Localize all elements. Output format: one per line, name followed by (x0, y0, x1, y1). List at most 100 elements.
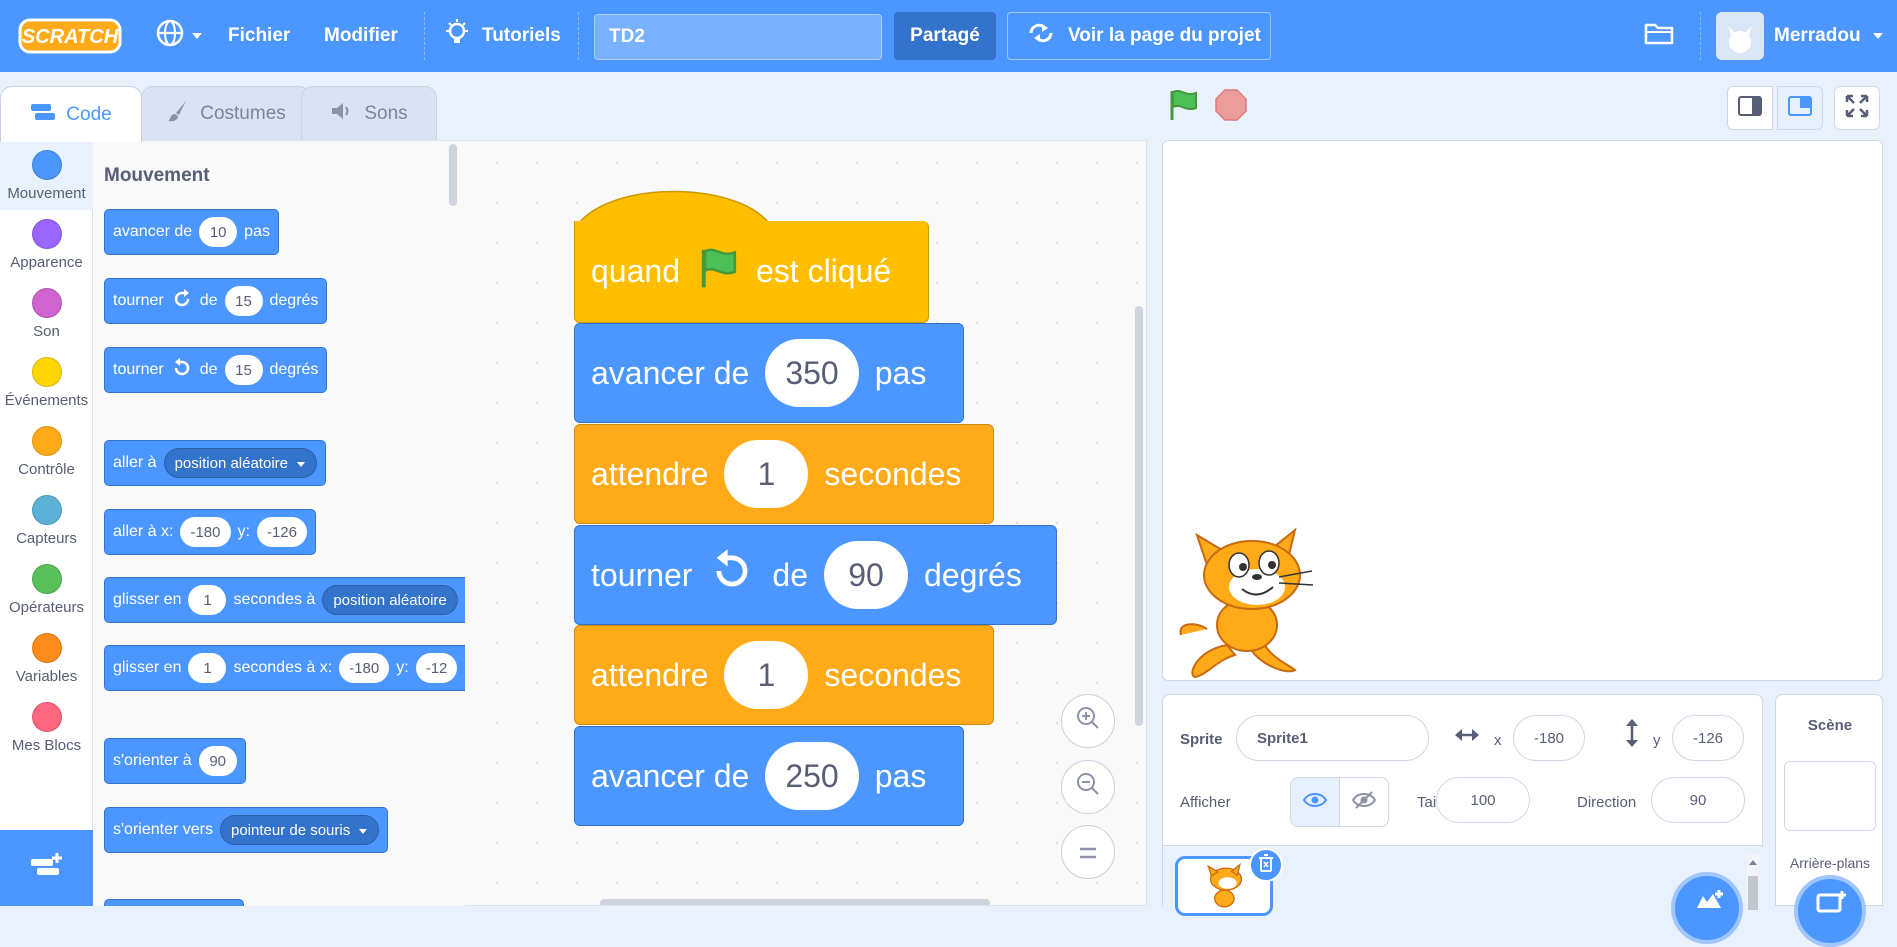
category-control[interactable]: Contrôle (0, 417, 93, 486)
add-sprite-icon (1693, 888, 1725, 917)
palette-block-turn-left[interactable]: tourner de 15 degrés (104, 347, 328, 393)
number-input[interactable]: 10 (199, 217, 238, 247)
tutorials-button[interactable]: Tutoriels (444, 0, 561, 72)
palette-block-goto[interactable]: aller à position aléatoire (104, 440, 326, 486)
number-input[interactable]: 15 (224, 286, 263, 316)
palette-block-point-direction[interactable]: s'orienter à 90 (104, 738, 246, 784)
username-label: Merradou (1774, 25, 1861, 46)
y-input[interactable]: -12 (415, 653, 458, 683)
category-label: Contrôle (18, 461, 75, 478)
green-flag-icon (696, 246, 740, 298)
y-position-input[interactable]: -126 (1672, 715, 1744, 761)
number-input[interactable]: 1 (724, 641, 809, 709)
workspace-horizontal-scrollbar[interactable] (600, 899, 990, 905)
target-dropdown[interactable]: pointeur de souris (219, 815, 380, 845)
sprite-list-scrollbar[interactable] (1747, 854, 1759, 910)
direction-input[interactable]: 90 (1651, 777, 1745, 823)
add-extension-button[interactable] (0, 830, 93, 906)
sprite-label: Sprite (1180, 731, 1223, 748)
zoom-in-button[interactable] (1061, 694, 1115, 748)
zoom-reset-button[interactable] (1061, 825, 1115, 879)
move-block[interactable]: avancer de 350 pas (574, 323, 964, 423)
category-my-blocks[interactable]: Mes Blocs (0, 693, 93, 762)
rotate-left-icon (708, 547, 756, 603)
palette-scrollbar[interactable] (449, 144, 457, 206)
backdrop-thumbnail[interactable] (1784, 761, 1876, 831)
block-text: de (199, 292, 218, 309)
tab-sounds[interactable]: Sons (301, 86, 437, 140)
tab-sounds-label: Sons (364, 102, 408, 124)
number-input[interactable]: 1 (724, 440, 809, 508)
palette-block-turn-right[interactable]: tourner de 15 degrés (104, 278, 328, 324)
language-menu[interactable] (154, 0, 204, 72)
tab-costumes[interactable]: Costumes (141, 86, 311, 140)
category-events[interactable]: Événements (0, 348, 93, 417)
number-input[interactable]: 350 (765, 339, 859, 407)
move-block[interactable]: avancer de 250 pas (574, 726, 964, 826)
script-workspace[interactable]: quand est cliqué avancer de 350 pas atte… (465, 140, 1147, 906)
number-input[interactable]: 90 (823, 541, 908, 609)
green-flag-button[interactable] (1166, 88, 1200, 127)
number-input[interactable]: 15 (224, 355, 263, 385)
hide-sprite-button[interactable] (1339, 777, 1389, 827)
palette-block-goto-xy[interactable]: aller à x: -180 y: -126 (104, 509, 316, 555)
number-input[interactable]: 1 (188, 585, 227, 615)
scratch-logo[interactable]: SCRATCH (18, 18, 122, 54)
size-input[interactable]: 100 (1436, 777, 1530, 823)
choose-backdrop-button[interactable] (1794, 875, 1866, 947)
x-input[interactable]: -180 (339, 653, 390, 683)
shared-button[interactable]: Partagé (894, 12, 996, 60)
palette-block-partial[interactable] (104, 899, 244, 906)
workspace-vertical-scrollbar[interactable] (1135, 306, 1143, 726)
block-text: avancer de (591, 354, 750, 391)
target-dropdown[interactable]: position aléatoire (322, 585, 458, 615)
palette-block-point-towards[interactable]: s'orienter vers pointeur de souris (104, 807, 389, 853)
file-menu[interactable]: Fichier (228, 0, 290, 72)
palette-block-move[interactable]: avancer de 10 pas (104, 209, 279, 255)
number-input[interactable]: 1 (188, 653, 227, 683)
stop-button[interactable] (1214, 88, 1248, 127)
fullscreen-button[interactable] (1834, 86, 1880, 130)
zoom-out-button[interactable] (1061, 760, 1115, 814)
x-input[interactable]: -180 (180, 517, 231, 547)
category-operators[interactable]: Opérateurs (0, 555, 93, 624)
edit-menu[interactable]: Modifier (324, 0, 398, 72)
turn-left-block[interactable]: tourner de 90 degrés (574, 525, 1057, 625)
show-sprite-button[interactable] (1290, 777, 1340, 827)
category-variables[interactable]: Variables (0, 624, 93, 693)
sprite-cat[interactable] (1177, 525, 1327, 685)
palette-heading: Mouvement (104, 165, 210, 186)
number-input[interactable]: 90 (198, 746, 237, 776)
wait-block[interactable]: attendre 1 secondes (574, 625, 994, 725)
choose-sprite-button[interactable] (1671, 872, 1743, 944)
palette-block-glide[interactable]: glisser en 1 secondes à position aléatoi… (104, 577, 465, 623)
target-dropdown[interactable]: position aléatoire (163, 448, 317, 478)
lightbulb-icon (444, 19, 470, 53)
wait-block[interactable]: attendre 1 secondes (574, 424, 994, 524)
category-motion[interactable]: Mouvement (0, 141, 93, 210)
sprite-name-input[interactable]: Sprite1 (1236, 715, 1429, 761)
rotate-left-icon (171, 357, 193, 384)
see-project-page-button[interactable]: Voir la page du projet (1007, 12, 1271, 60)
palette-block-glide-xy[interactable]: glisser en 1 secondes à x: -180 y: -12 (104, 645, 465, 691)
stage[interactable] (1162, 140, 1883, 681)
category-looks[interactable]: Apparence (0, 210, 93, 279)
speaker-icon (330, 100, 354, 128)
tab-code[interactable]: Code (0, 86, 142, 142)
small-stage-button[interactable] (1727, 86, 1773, 130)
block-text: glisser en (113, 659, 182, 676)
normal-stage-button[interactable] (1777, 86, 1823, 130)
when-flag-clicked-block[interactable]: quand est cliqué (574, 221, 929, 323)
account-menu[interactable]: Merradou (1716, 0, 1885, 72)
stage-target-panel[interactable]: Scène Arrière-plans (1775, 694, 1883, 947)
delete-sprite-button[interactable] (1249, 848, 1283, 882)
scrollbar-thumb[interactable] (1748, 876, 1758, 910)
category-sound[interactable]: Son (0, 279, 93, 348)
project-title-input[interactable]: TD2 (594, 14, 882, 60)
block-text: degrés (269, 292, 319, 309)
number-input[interactable]: 250 (765, 742, 859, 810)
y-input[interactable]: -126 (256, 517, 307, 547)
x-position-input[interactable]: -180 (1513, 715, 1585, 761)
my-stuff-button[interactable] (1644, 0, 1674, 72)
category-sensing[interactable]: Capteurs (0, 486, 93, 555)
